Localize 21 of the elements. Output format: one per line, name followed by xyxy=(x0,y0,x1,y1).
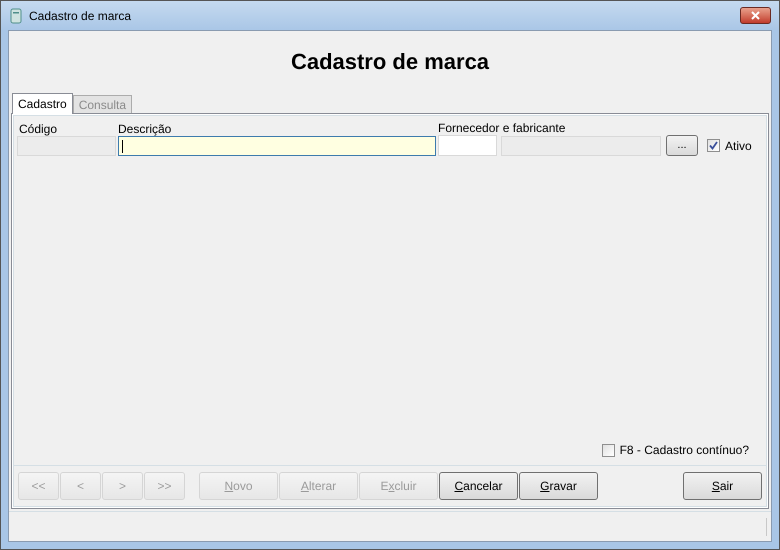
tab[interactable]: Cadastro xyxy=(12,93,73,114)
checkbox[interactable] xyxy=(707,139,720,152)
tab[interactable]: Consulta xyxy=(72,95,132,113)
field-label: Fornecedor e fabricante xyxy=(438,120,566,135)
action-button[interactable]: Cancelar xyxy=(439,472,518,500)
description-field[interactable] xyxy=(118,136,436,156)
action-button[interactable]: Gravar xyxy=(519,472,598,500)
window-title: Cadastro de marca xyxy=(29,8,132,24)
supplier-code-field[interactable] xyxy=(438,135,497,156)
app-icon xyxy=(9,8,23,24)
exit-button[interactable]: Sair xyxy=(683,472,762,500)
checkbox-label: Ativo xyxy=(725,138,752,154)
checkbox-label: F8 - Cadastro contínuo? xyxy=(620,442,749,459)
field-label: Código xyxy=(18,121,58,136)
checkbox[interactable] xyxy=(602,444,615,456)
text-cursor xyxy=(122,140,123,152)
page-heading: Cadastro de marca xyxy=(290,48,490,76)
browse-button[interactable]: ... xyxy=(666,135,698,156)
close-icon xyxy=(751,11,760,20)
field-label: Descrição xyxy=(118,121,172,136)
close-button[interactable] xyxy=(740,7,771,24)
